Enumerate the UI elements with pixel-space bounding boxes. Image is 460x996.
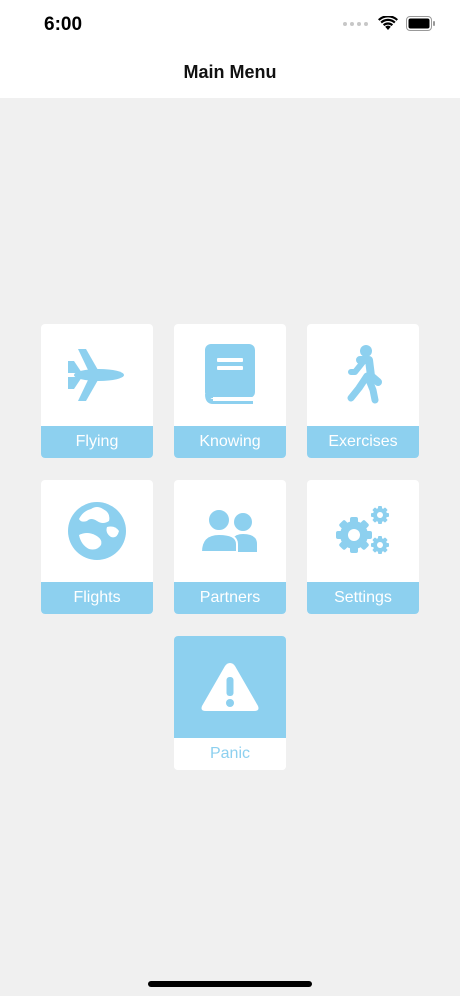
- people-icon: [199, 508, 257, 553]
- status-time: 6:00: [44, 14, 83, 35]
- cellular-signal-icon: [343, 21, 368, 26]
- tile-label: Flying: [41, 426, 153, 458]
- wifi-icon: [378, 16, 398, 30]
- airplane-icon: [68, 349, 124, 401]
- tile-label: Panic: [174, 738, 286, 770]
- status-icons: [343, 16, 436, 31]
- menu-tile-exercises[interactable]: Exercises: [307, 324, 419, 458]
- tile-label: Flights: [41, 582, 153, 614]
- gears-icon: [336, 506, 389, 554]
- page-title: Main Menu: [183, 62, 277, 82]
- top-bar: 6:00 Main Menu: [0, 0, 460, 98]
- tile-label: Settings: [307, 582, 419, 614]
- menu-tile-partners[interactable]: Partners: [174, 480, 286, 614]
- globe-icon: [68, 502, 126, 560]
- menu-tile-flying[interactable]: Flying: [41, 324, 153, 458]
- home-indicator[interactable]: [148, 981, 312, 987]
- tile-label: Exercises: [307, 426, 419, 458]
- menu-tile-knowing[interactable]: Knowing: [174, 324, 286, 458]
- menu-tile-flights[interactable]: Flights: [41, 480, 153, 614]
- menu-tile-panic[interactable]: Panic: [174, 636, 286, 770]
- tile-label: Partners: [174, 582, 286, 614]
- menu-tile-settings[interactable]: Settings: [307, 480, 419, 614]
- walking-person-icon: [347, 345, 382, 404]
- battery-icon: [406, 16, 435, 31]
- book-icon: [205, 344, 255, 404]
- warning-icon: [201, 663, 259, 711]
- tile-label: Knowing: [174, 426, 286, 458]
